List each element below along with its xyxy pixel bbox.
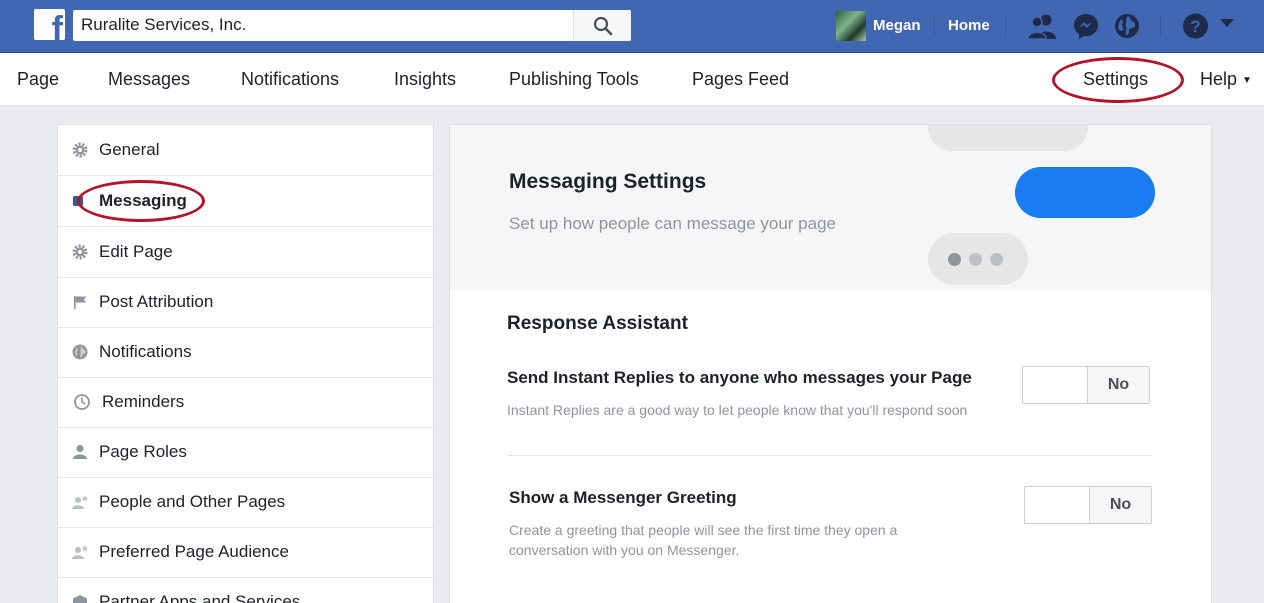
sidebar-item-partner-apps-and-services[interactable]: Partner Apps and Services [58,577,433,603]
facebook-logo[interactable]: f [34,9,65,40]
search-button[interactable] [573,10,631,41]
sidebar-item-label: Notifications [99,342,192,361]
globe-icon [72,344,88,360]
sidebar-item-label: Preferred Page Audience [99,542,289,561]
account-menu-chevron-down-icon[interactable] [1220,19,1234,28]
top-bar: f Ruralite Services, Inc. Megan Home ? [0,0,1264,53]
tab-publishing-tools[interactable]: Publishing Tools [509,69,639,90]
typing-indicator-illustration [928,233,1028,285]
sidebar-item-label: Post Attribution [99,292,214,311]
tab-notifications[interactable]: Notifications [241,69,339,90]
notifications-globe-icon[interactable] [1114,12,1140,40]
settings-highlight-ring [1052,57,1184,103]
sidebar-item-edit-page[interactable]: Edit Page [58,227,433,278]
person-star-icon [72,545,89,559]
typing-dot [990,253,1003,266]
divider [934,16,935,36]
sidebar-item-post-attribution[interactable]: Post Attribution [58,277,433,328]
svg-text:?: ? [1190,17,1200,36]
messenger-icon[interactable] [1072,12,1100,40]
instant-replies-title: Send Instant Replies to anyone who messa… [507,368,972,387]
toggle-no-label: No [1089,487,1151,523]
page-subtitle: Set up how people can message your page [509,214,837,233]
tab-insights[interactable]: Insights [394,69,456,90]
search-input[interactable]: Ruralite Services, Inc. [81,15,246,35]
help-label: Help [1200,69,1238,89]
sidebar-item-people-and-other-pages[interactable]: People and Other Pages [58,477,433,528]
sidebar-item-label: Page Roles [99,442,187,461]
tab-messages[interactable]: Messages [108,69,190,90]
flag-icon [74,296,86,309]
tab-help[interactable]: Help ▼ [1200,69,1252,90]
clock-icon [74,394,90,410]
typing-dot [969,253,982,266]
avatar[interactable] [836,11,866,41]
profile-name-link[interactable]: Megan [873,17,921,34]
divider [1160,16,1161,36]
gear-icon [72,244,88,260]
chat-bubble-illustration [928,125,1088,151]
messenger-greeting-title: Show a Messenger Greeting [509,488,737,507]
help-icon[interactable]: ? [1182,12,1209,40]
messenger-greeting-description: Create a greeting that people will see t… [509,522,898,558]
messaging-highlight-ring [77,180,205,222]
gear-icon [72,142,88,158]
typing-dot [948,253,961,266]
sidebar-item-preferred-page-audience[interactable]: Preferred Page Audience [58,527,433,578]
sidebar-item-page-roles[interactable]: Page Roles [58,427,433,478]
tab-pages-feed[interactable]: Pages Feed [692,69,789,90]
person-star-icon [72,495,89,509]
box-icon [73,595,87,603]
section-title: Response Assistant [507,313,688,334]
toggle-no-label: No [1087,367,1149,403]
messaging-settings-panel: Messaging Settings Set up how people can… [449,124,1212,603]
page-title: Messaging Settings [509,170,707,193]
friend-requests-icon[interactable] [1027,12,1057,40]
search-icon [593,16,613,36]
search-box[interactable]: Ruralite Services, Inc. [73,10,631,41]
messaging-hero-header: Messaging Settings Set up how people can… [450,125,1211,290]
sidebar-item-label: Reminders [102,392,185,411]
instant-replies-toggle[interactable]: No [1022,366,1150,404]
instant-replies-description: Instant Replies are a good way to let pe… [507,402,968,418]
sidebar-item-label: Edit Page [99,242,173,261]
sidebar-item-label: Partner Apps and Services [99,592,301,603]
sidebar-item-notifications[interactable]: Notifications [58,327,433,378]
tab-page[interactable]: Page [17,69,59,90]
sidebar-item-label: People and Other Pages [99,492,286,511]
sidebar-item-reminders[interactable]: Reminders [58,377,433,428]
messenger-greeting-toggle[interactable]: No [1024,486,1152,524]
chat-bubble-illustration [1015,167,1155,218]
divider [1005,16,1006,36]
sidebar-item-label: General [99,140,160,159]
chevron-down-icon: ▼ [1242,74,1252,86]
divider [507,455,1153,456]
sidebar-item-general[interactable]: General [58,125,433,176]
person-icon [73,445,87,459]
home-link[interactable]: Home [948,17,990,34]
